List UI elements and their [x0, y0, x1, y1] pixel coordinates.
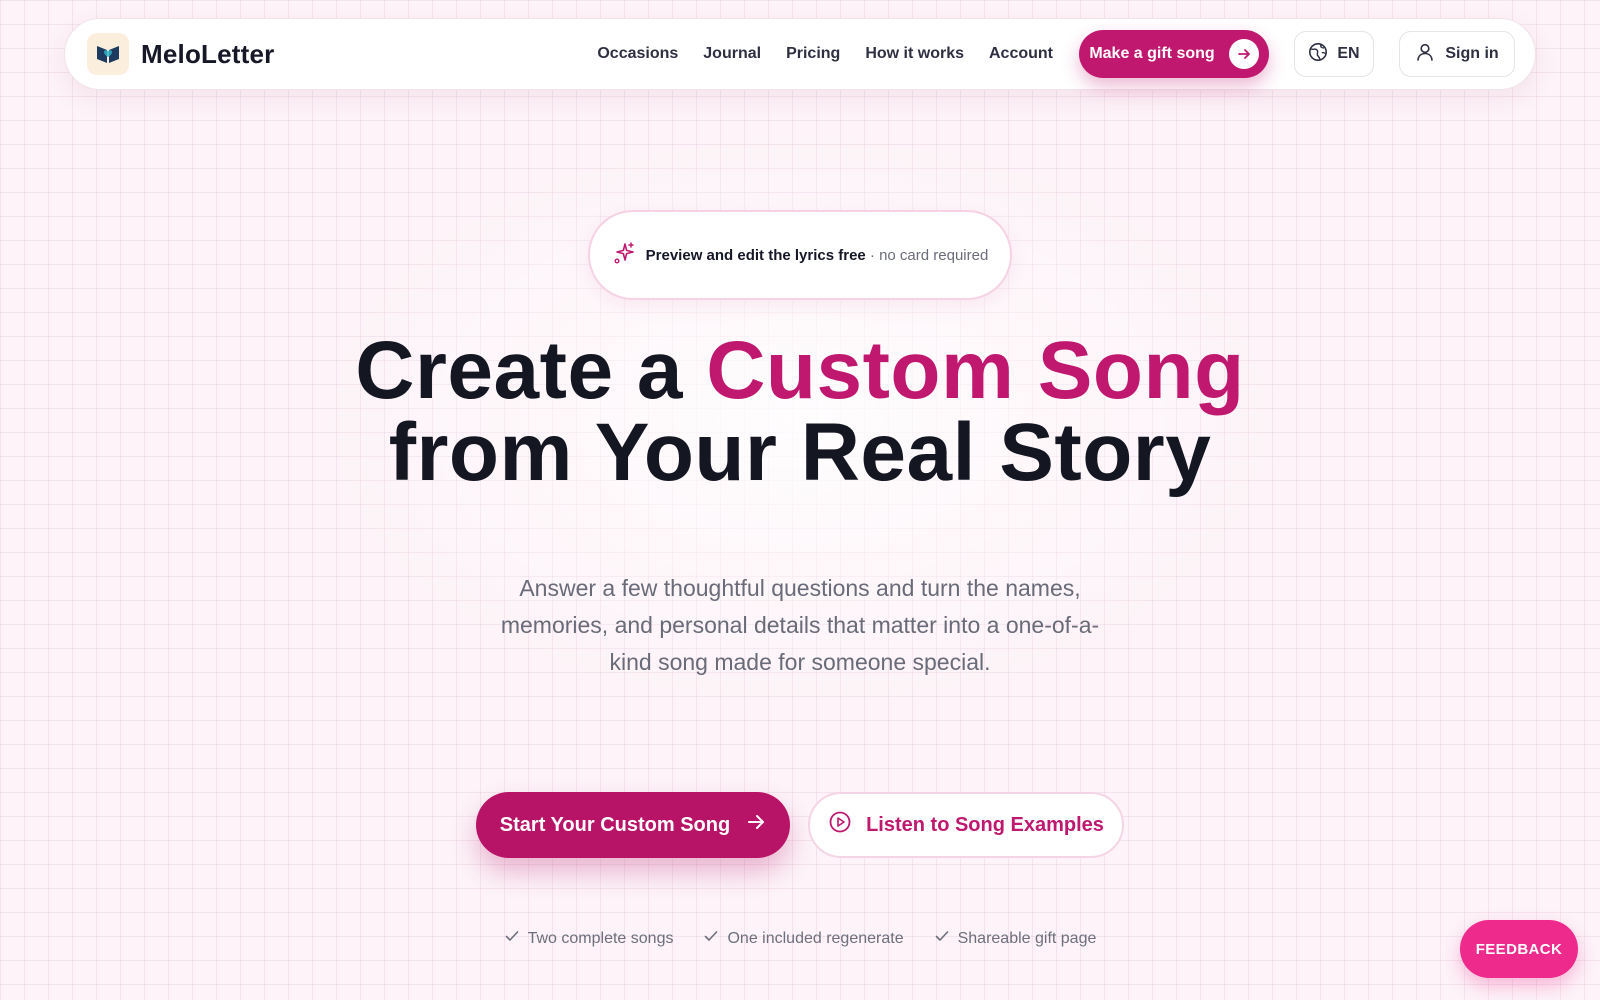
nav-link-journal[interactable]: Journal — [703, 45, 761, 63]
start-custom-song-label: Start Your Custom Song — [499, 813, 731, 836]
check-icon — [703, 928, 719, 949]
check-icon — [504, 928, 520, 949]
arrow-right-icon — [1228, 39, 1259, 69]
badge-muted-text: · no card required — [869, 246, 989, 264]
user-icon — [1415, 42, 1435, 67]
feature-item: Shareable gift page — [934, 928, 1097, 949]
nav-link-account[interactable]: Account — [989, 45, 1053, 63]
listen-examples-label: Listen to Song Examples — [866, 813, 1104, 836]
language-label: EN — [1337, 45, 1360, 62]
nav-link-pricing[interactable]: Pricing — [786, 45, 840, 63]
feature-list: Two complete songs One included regenera… — [0, 928, 1600, 949]
make-gift-song-button[interactable]: Make a gift song — [1079, 30, 1269, 78]
free-preview-badge: Preview and edit the lyrics free · no ca… — [588, 210, 1012, 300]
book-heart-icon — [87, 33, 129, 75]
play-circle-icon — [828, 810, 852, 840]
feature-item: One included regenerate — [703, 928, 904, 949]
hero-subheadline: Answer a few thoughtful questions and tu… — [500, 575, 1100, 675]
feature-label: One included regenerate — [727, 929, 904, 947]
feature-label: Two complete songs — [527, 929, 674, 947]
check-icon — [934, 928, 950, 949]
brand-name: MeloLetter — [141, 38, 275, 69]
headline-accent: Custom Song — [706, 325, 1245, 416]
nav-link-how-it-works[interactable]: How it works — [865, 45, 964, 63]
top-navigation: MeloLetter Occasions Journal Pricing How… — [64, 18, 1536, 90]
globe-icon — [1308, 42, 1328, 67]
nav-link-occasions[interactable]: Occasions — [597, 45, 678, 63]
headline-line2: from Your Real Story — [388, 407, 1212, 498]
sign-in-label: Sign in — [1445, 45, 1499, 62]
nav-links: Occasions Journal Pricing How it works A… — [597, 45, 1053, 63]
feedback-button[interactable]: FEEDBACK — [1460, 920, 1578, 978]
language-selector[interactable]: EN — [1294, 31, 1374, 77]
hero-headline: Create a Custom Song from Your Real Stor… — [0, 330, 1600, 494]
make-gift-song-label: Make a gift song — [1089, 45, 1215, 62]
badge-strong-text: Preview and edit the lyrics free — [645, 246, 866, 264]
feature-item: Two complete songs — [504, 928, 674, 949]
sign-in-button[interactable]: Sign in — [1399, 31, 1515, 77]
brand-logo[interactable]: MeloLetter — [87, 33, 274, 75]
sparkles-icon — [612, 241, 636, 269]
headline-part1: Create a — [355, 325, 707, 416]
arrow-right-icon — [746, 812, 766, 838]
feature-label: Shareable gift page — [957, 929, 1097, 947]
listen-examples-button[interactable]: Listen to Song Examples — [808, 792, 1124, 858]
start-custom-song-button[interactable]: Start Your Custom Song — [476, 792, 790, 858]
